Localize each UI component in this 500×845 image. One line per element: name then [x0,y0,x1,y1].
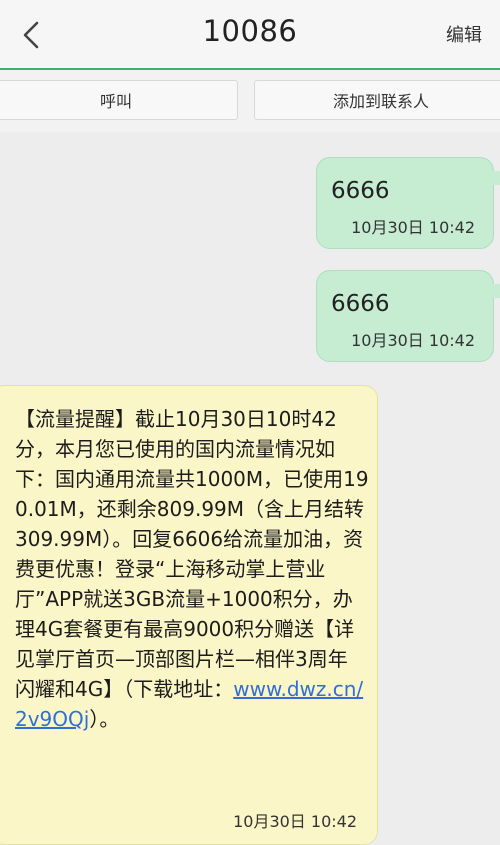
action-bar: 呼叫 添加到联系人 [0,70,500,132]
message-text: 6666 [331,178,390,204]
top-bar: 10086 编辑 [0,0,500,70]
message-body: 【流量提醒】截止10月30日10时42分，本月您已使用的国内流量情况如下：国内通… [15,407,369,701]
outgoing-message[interactable]: 6666 10月30日 10:42 [316,157,494,249]
message-text: 6666 [331,291,390,317]
conversation-title: 10086 [202,14,298,48]
bubble-tail [492,284,500,298]
message-time: 10月30日 10:42 [351,218,475,237]
edit-button[interactable]: 编辑 [446,21,482,47]
incoming-message[interactable]: 【流量提醒】截止10月30日10时42分，本月您已使用的国内流量情况如下：国内通… [0,385,378,845]
message-body-end: ）。 [89,707,120,731]
add-to-contacts-button[interactable]: 添加到联系人 [254,80,500,120]
outgoing-message[interactable]: 6666 10月30日 10:42 [316,270,494,362]
message-time: 10月30日 10:42 [351,331,475,350]
call-button[interactable]: 呼叫 [0,80,238,120]
bubble-tail [492,171,500,185]
message-text: 【流量提醒】截止10月30日10时42分，本月您已使用的国内流量情况如下：国内通… [15,404,369,734]
message-time: 10月30日 10:42 [233,812,357,831]
